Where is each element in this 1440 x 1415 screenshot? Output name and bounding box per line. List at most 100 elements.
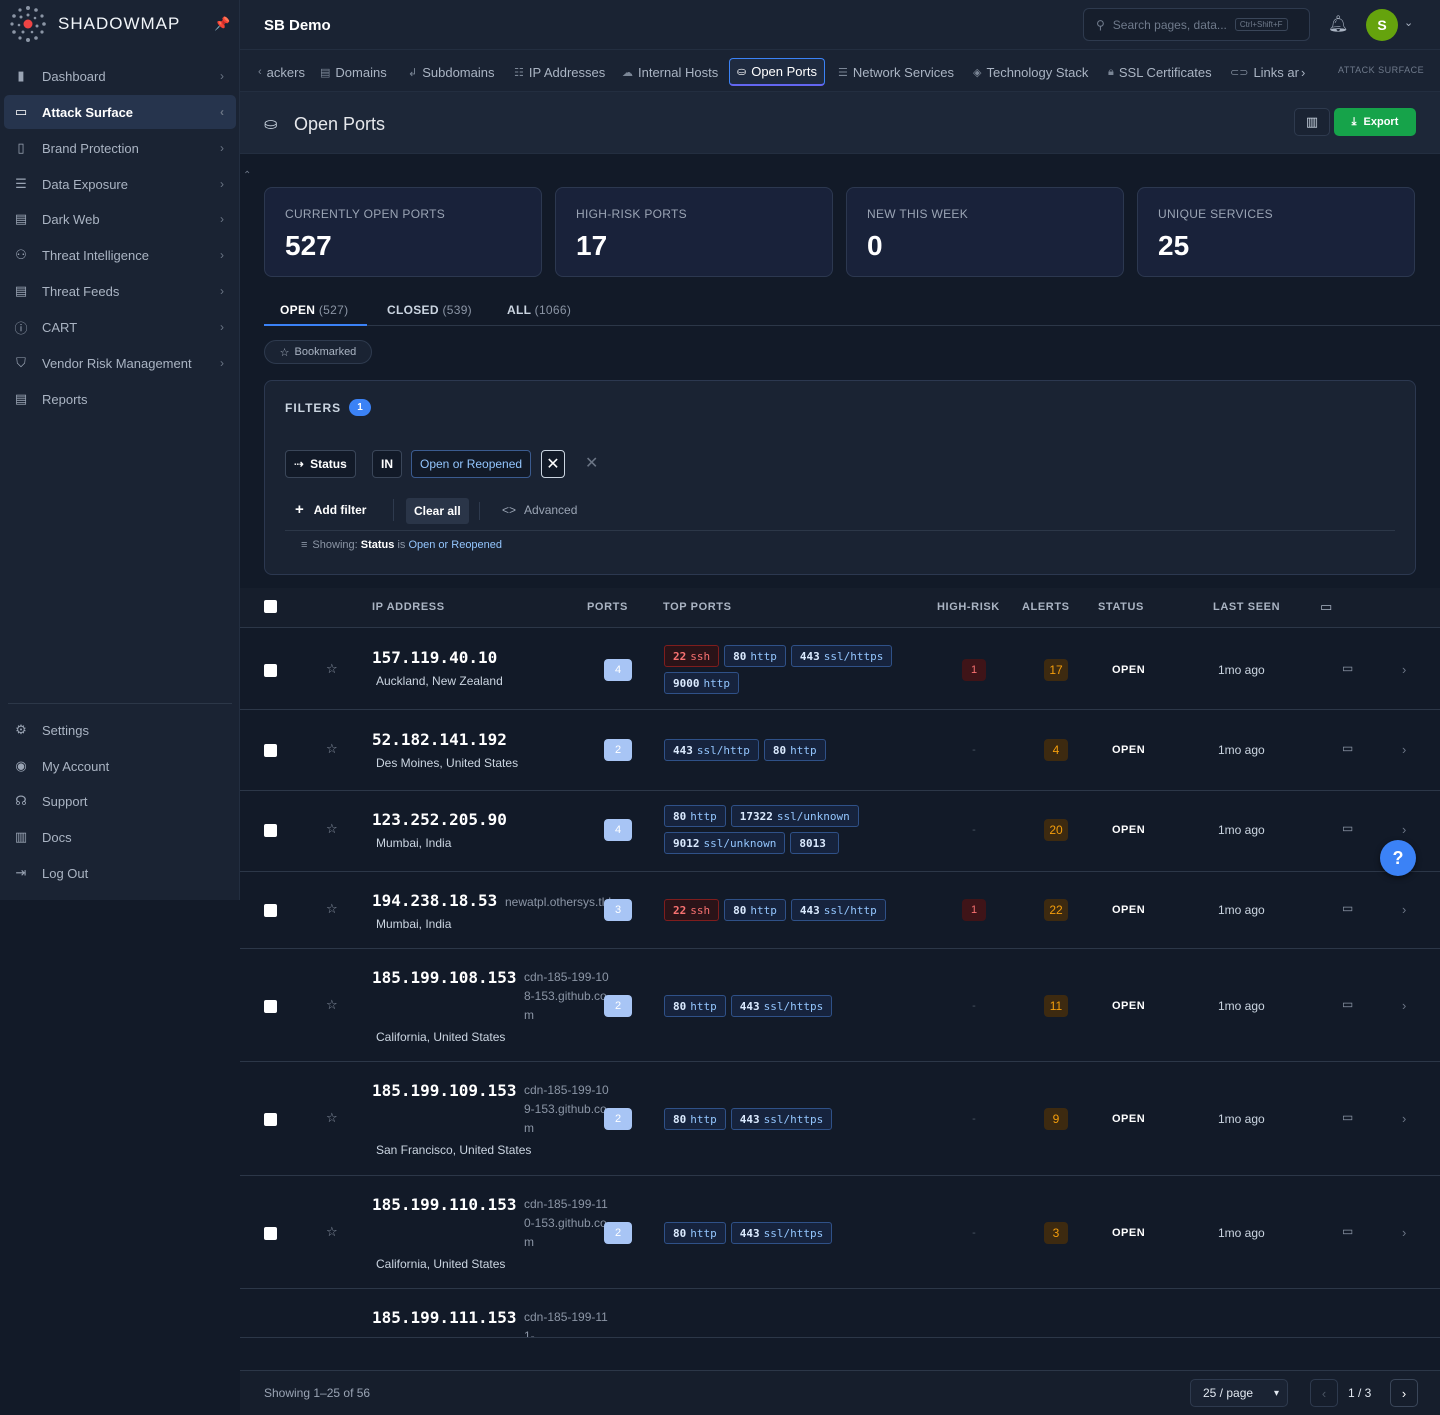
row-checkbox[interactable]	[264, 1000, 277, 1013]
collapse-caret-icon[interactable]: ⌃	[243, 170, 251, 181]
ip-address[interactable]: 123.252.205.90	[372, 810, 507, 829]
brand[interactable]: SHADOWMAP	[8, 4, 180, 44]
table-row[interactable]: ☆ 52.182.141.192 Des Moines, United States…	[240, 711, 1440, 791]
ip-address[interactable]: 185.199.109.153	[372, 1081, 517, 1100]
filter-operator-chip[interactable]: IN	[372, 450, 402, 478]
tab-domains[interactable]: ▤ Domains	[320, 58, 387, 86]
port-tag[interactable]: 9012 ssl/unknown	[664, 832, 786, 854]
remove-filter-icon[interactable]: ✕	[585, 453, 598, 473]
sidebar-item-my-account[interactable]: ◉ My Account	[4, 749, 236, 783]
advanced-button[interactable]: <> Advanced	[502, 503, 577, 517]
port-tag[interactable]: 443 ssl/https	[730, 1108, 833, 1130]
tab-internal-hosts[interactable]: ☁ Internal Hosts	[622, 58, 718, 86]
sidebar-item-settings[interactable]: ⚙ Settings	[4, 713, 236, 747]
sidebar-item-vendor-risk[interactable]: ⛉ Vendor Risk Management ›	[4, 346, 236, 380]
sidebar-item-brand-protection[interactable]: ▯ Brand Protection ›	[4, 131, 236, 165]
port-tag[interactable]: 9000 http	[664, 672, 739, 694]
columns-button[interactable]: ▥	[1294, 108, 1330, 136]
chevron-right-icon[interactable]: ›	[1402, 998, 1406, 1013]
tab-network-services[interactable]: ☰ Network Services	[838, 58, 954, 86]
close-icon[interactable]: ✕	[541, 450, 565, 478]
tab-trackers[interactable]: ‹ ackers	[258, 58, 305, 86]
star-icon[interactable]: ☆	[326, 661, 338, 677]
comment-icon[interactable]: ▭	[1342, 901, 1353, 915]
filter-field-chip[interactable]: ⇢ Status	[285, 450, 356, 478]
chevron-right-icon[interactable]: ›	[1301, 65, 1305, 80]
tab-closed[interactable]: CLOSED (539)	[387, 303, 472, 317]
tab-open[interactable]: OPEN (527)	[280, 303, 348, 317]
table-row[interactable]: ☆ 157.119.40.10 Auckland, New Zealand 4 22 ss…	[240, 628, 1440, 710]
ip-address[interactable]: 194.238.18.53	[372, 891, 497, 910]
row-checkbox[interactable]	[264, 1113, 277, 1126]
table-row[interactable]: ☆ 185.199.111.153 cdn-185-199-111-	[240, 1290, 1440, 1338]
comment-icon[interactable]: ▭	[1342, 997, 1353, 1011]
table-row[interactable]: ☆ 123.252.205.90 Mumbai, India 4 80 http 17322…	[240, 792, 1440, 872]
port-tag[interactable]: 443 ssl/http	[664, 739, 759, 761]
sidebar-item-threat-feeds[interactable]: ▤ Threat Feeds ›	[4, 274, 236, 308]
comment-icon[interactable]: ▭	[1342, 661, 1353, 675]
chevron-right-icon[interactable]: ›	[1402, 902, 1406, 917]
ip-address[interactable]: 185.199.110.153	[372, 1195, 517, 1214]
next-page-button[interactable]: ›	[1390, 1379, 1418, 1407]
star-icon[interactable]: ☆	[326, 901, 338, 917]
star-icon[interactable]: ☆	[326, 1110, 338, 1126]
port-tag[interactable]: 17322 ssl/unknown	[730, 805, 859, 827]
sidebar-item-reports[interactable]: ▤ Reports	[4, 382, 236, 416]
add-filter-button[interactable]: + Add filter	[295, 501, 366, 518]
help-button[interactable]: ?	[1380, 840, 1416, 876]
sidebar-item-dark-web[interactable]: ▤ Dark Web ›	[4, 202, 236, 236]
column-alerts[interactable]: ALERTS	[1022, 601, 1070, 613]
clear-all-button[interactable]: Clear all	[406, 498, 469, 524]
comment-icon[interactable]: ▭	[1342, 1224, 1353, 1238]
tab-ip-addresses[interactable]: ☷ IP Addresses	[514, 58, 605, 86]
sidebar-item-dashboard[interactable]: ▮ Dashboard ›	[4, 59, 236, 93]
bookmarked-filter-button[interactable]: ☆ Bookmarked	[264, 340, 372, 364]
star-icon[interactable]: ☆	[326, 821, 338, 837]
bell-icon[interactable]: 🔔︎	[1328, 14, 1348, 34]
port-tag[interactable]: 443 ssl/https	[790, 645, 893, 667]
sidebar-item-docs[interactable]: ▥ Docs	[4, 820, 236, 854]
port-tag[interactable]: 80 http	[724, 645, 786, 667]
comment-icon[interactable]: ▭	[1342, 1110, 1353, 1124]
column-last-seen[interactable]: LAST SEEN	[1213, 601, 1280, 613]
port-tag[interactable]: 443 ssl/http	[790, 899, 886, 921]
table-row[interactable]: ☆ 194.238.18.53 newatpl.othersys.tld Mumbai…	[240, 873, 1440, 949]
tab-ssl-certificates[interactable]: 🔒︎ SSL Certificates	[1108, 58, 1212, 86]
filter-value-chip[interactable]: Open or Reopened	[411, 450, 532, 478]
sidebar-item-log-out[interactable]: ⇥ Log Out	[4, 856, 236, 890]
star-icon[interactable]: ☆	[326, 1224, 338, 1240]
ip-address[interactable]: 185.199.108.153	[372, 968, 517, 987]
comment-icon[interactable]: ▭	[1342, 741, 1353, 755]
row-checkbox[interactable]	[264, 664, 277, 677]
star-icon[interactable]: ☆	[326, 1337, 338, 1338]
port-tag[interactable]: 80 http	[664, 1222, 726, 1244]
select-all-checkbox[interactable]	[264, 600, 277, 613]
column-high-risk[interactable]: HIGH-RISK	[937, 601, 1000, 613]
chevron-right-icon[interactable]: ›	[1402, 822, 1406, 837]
tab-subdomains[interactable]: ↲ Subdomains	[408, 58, 495, 86]
ip-address[interactable]: 185.199.111.153	[372, 1308, 517, 1327]
star-icon[interactable]: ☆	[326, 997, 338, 1013]
pin-icon[interactable]: 📌	[214, 16, 230, 32]
column-status[interactable]: STATUS	[1098, 601, 1144, 613]
sidebar-item-threat-intelligence[interactable]: ⚇ Threat Intelligence ›	[4, 238, 236, 272]
ip-address[interactable]: 52.182.141.192	[372, 730, 507, 749]
chevron-right-icon[interactable]: ›	[1402, 742, 1406, 757]
table-row[interactable]: ☆ 185.199.110.153 cdn-185-199-110-153.gith…	[240, 1177, 1440, 1289]
port-tag[interactable]: 80 http	[763, 739, 826, 761]
tab-open-ports[interactable]: ⛀ Open Ports	[729, 58, 825, 86]
sidebar-item-data-exposure[interactable]: ☰ Data Exposure ›	[4, 167, 236, 201]
row-checkbox[interactable]	[264, 904, 277, 917]
row-checkbox[interactable]	[264, 1227, 277, 1240]
chevron-down-icon[interactable]: ⌄	[1404, 16, 1413, 29]
row-checkbox[interactable]	[264, 744, 277, 757]
tab-all[interactable]: ALL (1066)	[507, 303, 571, 317]
port-tag[interactable]: 443 ssl/https	[730, 995, 833, 1017]
port-tag[interactable]: 80 http	[664, 1108, 726, 1130]
comment-icon[interactable]: ▭	[1342, 821, 1353, 835]
tab-links[interactable]: ⊂⊃ Links ar ›	[1230, 58, 1305, 86]
chevron-right-icon[interactable]: ›	[1402, 662, 1406, 677]
chevron-left-icon[interactable]: ‹	[258, 66, 262, 78]
column-ports[interactable]: PORTS	[587, 601, 628, 613]
port-tag[interactable]: 80 http	[724, 899, 786, 921]
